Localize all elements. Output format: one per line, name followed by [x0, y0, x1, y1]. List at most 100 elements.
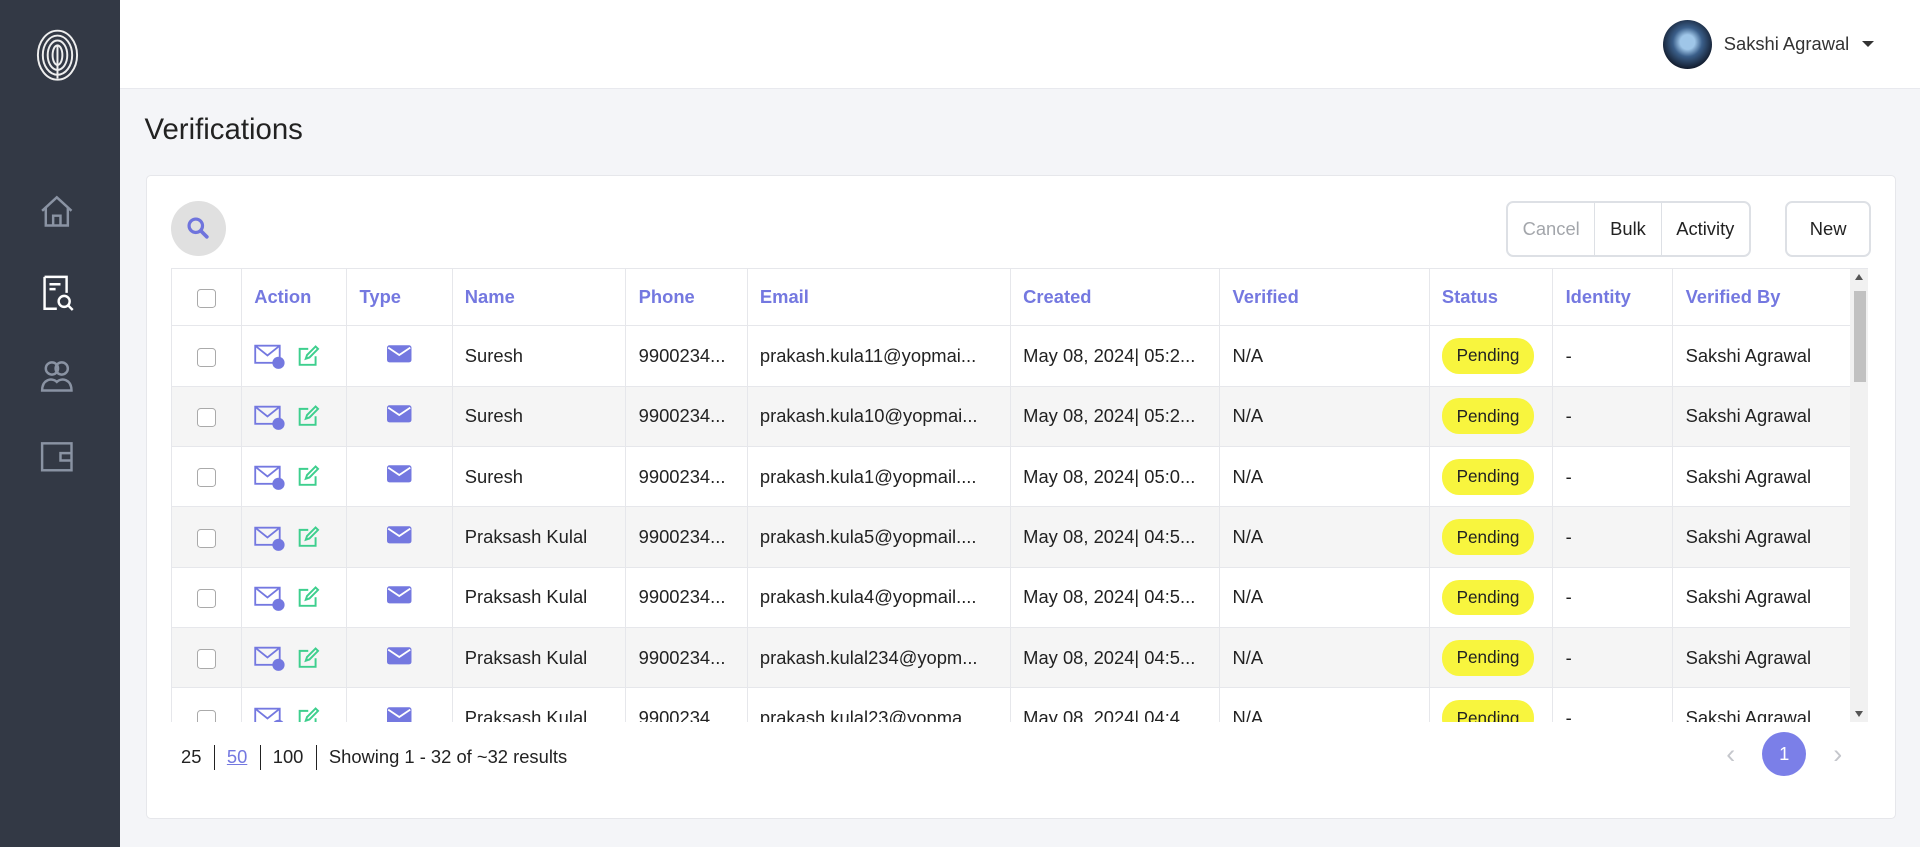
wallet-icon[interactable]: [36, 436, 78, 478]
email-cell: prakash.kula1@yopmail....: [747, 446, 1011, 508]
send-email-icon[interactable]: [254, 524, 286, 551]
edit-icon[interactable]: [296, 646, 320, 670]
action-button-group: Cancel Bulk Activity: [1505, 200, 1752, 258]
row-checkbox[interactable]: [197, 528, 217, 548]
edit-icon[interactable]: [296, 344, 320, 368]
column-header-phone[interactable]: Phone: [625, 268, 748, 327]
send-email-icon[interactable]: [254, 342, 286, 370]
table-row[interactable]: Praksash Kulal 9900234... prakash.kulal2…: [171, 687, 1851, 722]
created-cell: May 08, 2024| 04:5...: [1010, 506, 1221, 568]
row-checkbox[interactable]: [197, 468, 217, 488]
page-size-50[interactable]: 50: [213, 745, 260, 770]
column-header-email[interactable]: Email: [747, 268, 1011, 327]
edit-icon[interactable]: [296, 706, 320, 722]
created-cell: May 08, 2024| 05:2...: [1010, 325, 1221, 387]
action-cell: [241, 687, 348, 722]
send-email-icon[interactable]: [254, 584, 286, 611]
identity-cell: -: [1552, 506, 1674, 568]
email-cell: prakash.kula10@yopmai...: [747, 386, 1011, 447]
table-row[interactable]: Suresh 9900234... prakash.kula10@yopmai.…: [171, 386, 1851, 447]
identity-cell: -: [1552, 386, 1674, 447]
send-email-icon[interactable]: [254, 463, 286, 491]
row-select-cell: [171, 567, 242, 629]
column-header-verified-by[interactable]: Verified By: [1672, 268, 1851, 327]
email-type-icon: [387, 707, 412, 722]
verified-cell: N/A: [1219, 687, 1430, 722]
page-size-selector: 25 50 100 Showing 1 - 32 of ~32 results: [181, 745, 579, 770]
page-size-100[interactable]: 100: [259, 745, 316, 770]
verified-by-cell: Sakshi Agrawal: [1672, 386, 1851, 447]
email-type-icon: [387, 344, 412, 362]
scroll-up-icon[interactable]: [1854, 273, 1863, 280]
identity-cell: -: [1552, 687, 1674, 722]
verification-search-icon[interactable]: [36, 272, 78, 314]
column-header-identity[interactable]: Identity: [1552, 268, 1674, 327]
status-cell: Pending: [1429, 325, 1554, 387]
phone-cell: 9900234...: [625, 325, 748, 387]
column-header-type[interactable]: Type: [346, 268, 453, 327]
created-cell: May 08, 2024| 05:2...: [1010, 386, 1221, 447]
type-cell: [346, 325, 453, 387]
row-checkbox[interactable]: [197, 709, 217, 722]
row-checkbox[interactable]: [197, 589, 217, 609]
table-scrollbar[interactable]: [1849, 268, 1869, 722]
row-select-cell: [171, 446, 242, 508]
page-size-25[interactable]: 25: [181, 745, 214, 769]
prev-page-icon[interactable]: ‹: [1726, 739, 1735, 770]
verifications-table: Action Type Name Phone Email Created Verified S…: [171, 268, 1851, 722]
row-checkbox[interactable]: [197, 649, 217, 669]
row-checkbox[interactable]: [197, 407, 217, 428]
status-badge: Pending: [1441, 398, 1535, 435]
send-email-icon[interactable]: [254, 403, 286, 430]
row-select-cell: [171, 506, 242, 568]
send-email-icon[interactable]: [254, 644, 286, 672]
edit-icon[interactable]: [296, 464, 320, 488]
type-cell: [346, 506, 453, 568]
page-title: Verifications: [144, 112, 303, 146]
user-menu[interactable]: Sakshi Agrawal: [1662, 19, 1874, 69]
phone-cell: 9900234...: [625, 687, 748, 722]
activity-button[interactable]: Activity: [1660, 202, 1750, 256]
sidebar: [0, 0, 120, 847]
table-row[interactable]: Praksash Kulal 9900234... prakash.kulal2…: [171, 627, 1851, 689]
column-header-verified[interactable]: Verified: [1219, 268, 1430, 327]
type-cell: [346, 687, 453, 722]
phone-cell: 9900234...: [625, 567, 748, 629]
email-type-icon: [387, 465, 412, 483]
avatar: [1662, 19, 1712, 69]
table-row[interactable]: Suresh 9900234... prakash.kula1@yopmail.…: [171, 446, 1851, 508]
row-select-cell: [171, 627, 242, 689]
email-type-icon: [387, 525, 412, 544]
email-cell: prakash.kula5@yopmail....: [747, 506, 1011, 568]
table-row[interactable]: Praksash Kulal 9900234... prakash.kula4@…: [171, 567, 1851, 629]
edit-icon[interactable]: [296, 525, 320, 549]
column-header-created[interactable]: Created: [1010, 268, 1221, 327]
select-all-checkbox[interactable]: [197, 288, 217, 308]
cancel-button[interactable]: Cancel: [1508, 203, 1595, 256]
users-icon[interactable]: [36, 355, 78, 397]
scrollbar-thumb[interactable]: [1853, 290, 1866, 382]
bulk-button[interactable]: Bulk: [1594, 202, 1660, 256]
edit-icon[interactable]: [296, 585, 320, 609]
column-header-status[interactable]: Status: [1429, 268, 1554, 327]
search-button[interactable]: [171, 200, 227, 256]
top-header: Sakshi Agrawal: [120, 0, 1920, 90]
table-row[interactable]: Suresh 9900234... prakash.kula11@yopmai.…: [171, 325, 1851, 387]
edit-icon[interactable]: [296, 404, 320, 428]
action-cell: [241, 627, 348, 689]
next-page-icon[interactable]: ›: [1833, 739, 1842, 770]
row-checkbox[interactable]: [197, 347, 217, 367]
column-header-action[interactable]: Action: [241, 268, 348, 327]
email-cell: prakash.kula4@yopmail....: [747, 567, 1011, 629]
send-email-icon[interactable]: [254, 705, 286, 722]
table-row[interactable]: Praksash Kulal 9900234... prakash.kula5@…: [171, 506, 1851, 568]
created-cell: May 08, 2024| 04:5...: [1010, 567, 1221, 629]
status-cell: Pending: [1429, 567, 1554, 629]
new-button[interactable]: New: [1785, 200, 1872, 258]
page-1-button[interactable]: 1: [1762, 732, 1807, 777]
email-cell: prakash.kula11@yopmai...: [747, 325, 1011, 387]
scroll-down-icon[interactable]: [1854, 711, 1863, 717]
home-icon[interactable]: [36, 190, 78, 232]
column-header-name[interactable]: Name: [452, 268, 627, 327]
created-cell: May 08, 2024| 04:5...: [1010, 627, 1221, 689]
